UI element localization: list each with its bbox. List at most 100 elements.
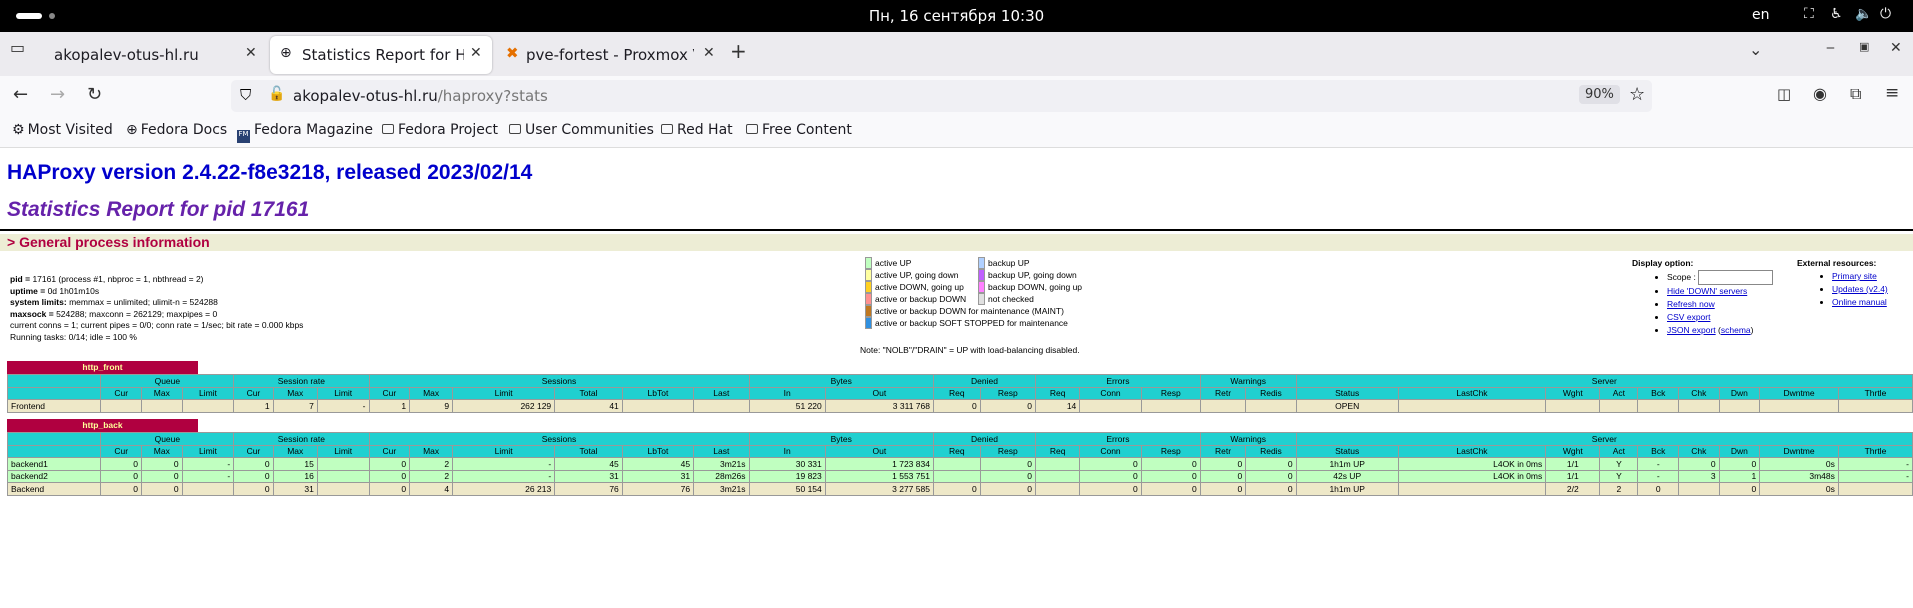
table-cell <box>1837 399 1913 413</box>
accessibility-icon[interactable]: ♿ <box>1830 6 1843 22</box>
table-cell <box>316 457 370 471</box>
schema-link[interactable]: schema <box>1721 325 1751 335</box>
url-bar[interactable]: ⛉ 🔓 akopalev-otus-hl.ru/haproxy?stats 90… <box>231 80 1652 112</box>
table-cell: - <box>1837 469 1913 483</box>
table-cell: 0 <box>100 469 143 483</box>
group-header: Bytes <box>748 374 934 388</box>
table-cell: 51 220 <box>748 399 826 413</box>
online-manual-link[interactable]: Online manual <box>1832 297 1887 307</box>
external-resources: External resources: Primary site Updates… <box>1797 257 1888 309</box>
hide-down-servers-link[interactable]: Hide 'DOWN' servers <box>1667 286 1747 296</box>
bookmark-free-content[interactable]: Free Content <box>746 122 852 138</box>
bookmark-user-communities[interactable]: User Communities <box>509 122 654 138</box>
close-icon[interactable]: ✕ <box>470 45 482 61</box>
table-cell: 0 <box>368 469 411 483</box>
bookmark-fedora-docs[interactable]: ⊕ Fedora Docs <box>126 122 227 138</box>
table-cell: 0 <box>233 469 274 483</box>
group-header <box>6 374 102 388</box>
shield-icon[interactable]: ⛉ <box>240 86 251 104</box>
table-cell: 262 129 <box>452 399 556 413</box>
table-cell: L4OK in 0ms <box>1397 457 1547 471</box>
back-arrow-icon[interactable]: ← <box>13 84 28 105</box>
new-tab-button[interactable]: + <box>730 39 747 63</box>
reload-icon[interactable]: ↻ <box>87 84 102 105</box>
page-title: HAProxy version 2.4.22-f8e3218, released… <box>7 161 533 184</box>
refresh-now-link[interactable]: Refresh now <box>1667 299 1715 309</box>
minimize-button[interactable]: ‒ <box>1826 40 1835 56</box>
tab-akopalev[interactable]: akopalev-otus-hl.ru ✕ <box>40 36 264 74</box>
zoom-level[interactable]: 90% <box>1579 85 1620 104</box>
column-header: Last <box>693 444 750 458</box>
updates-link[interactable]: Updates (v2.4) <box>1832 284 1888 294</box>
table-cell: 1 723 834 <box>824 457 934 471</box>
tab-statistics-report[interactable]: ⊕ Statistics Report for HAProxy ✕ <box>270 36 492 74</box>
proxy-name-http-back[interactable]: http_back <box>7 419 198 432</box>
legend-swatch <box>865 293 872 305</box>
table-cell <box>1718 399 1761 413</box>
proxy-name-http-front[interactable]: http_front <box>7 361 198 374</box>
table-cell: 0 <box>979 469 1037 483</box>
bookmark-most-visited[interactable]: ⚙ Most Visited <box>12 122 113 138</box>
bookmark-red-hat[interactable]: Red Hat <box>661 122 733 138</box>
table-cell <box>1035 469 1081 483</box>
url-path: /haproxy?stats <box>437 87 548 105</box>
tab-list-chevron-icon[interactable]: ⌄ <box>1749 40 1762 59</box>
table-cell <box>932 469 981 483</box>
legend-swatch <box>865 281 872 293</box>
column-header: Req <box>932 386 981 400</box>
menu-icon[interactable]: ≡ <box>1885 83 1899 103</box>
csv-export-link[interactable]: CSV export <box>1667 312 1710 322</box>
bookmark-fedora-project[interactable]: Fedora Project <box>382 122 498 138</box>
network-icon[interactable]: ⛶ <box>1804 6 1814 22</box>
table-cell: 3m48s <box>1759 469 1839 483</box>
column-header: Out <box>824 386 934 400</box>
tab-proxmox[interactable]: ✖ pve-fortest - Proxmox Virtual ✕ <box>498 36 722 74</box>
pocket-icon[interactable]: ◫ <box>1777 85 1791 103</box>
forward-arrow-icon[interactable]: → <box>50 84 65 105</box>
window-close-button[interactable]: ✕ <box>1890 40 1902 56</box>
clock[interactable]: Пн, 16 сентября 10:30 <box>0 7 1913 25</box>
star-icon[interactable]: ☆ <box>1629 84 1645 105</box>
column-header: Bck <box>1637 386 1680 400</box>
table-cell: L4OK in 0ms <box>1397 469 1547 483</box>
table-cell: 0 <box>979 399 1037 413</box>
close-icon[interactable]: ✕ <box>245 45 257 61</box>
column-header: Max <box>272 444 318 458</box>
power-icon[interactable]: ⏻ <box>1880 6 1891 22</box>
info-line: pid = 17161 (process #1, nbproc = 1, nbt… <box>10 274 204 284</box>
json-export-link[interactable]: JSON export <box>1667 325 1716 335</box>
legend-label: active UP, going down <box>875 270 959 280</box>
column-header: Max <box>409 386 454 400</box>
table-cell: 41 <box>554 399 623 413</box>
maximize-button[interactable]: ▣ <box>1859 40 1869 53</box>
table-cell: 0 <box>1718 482 1761 496</box>
table-cell: 0 <box>100 482 143 496</box>
column-header: Max <box>141 444 183 458</box>
extensions-icon[interactable]: ⧉ <box>1850 84 1861 104</box>
lock-icon[interactable]: 🔓 <box>268 86 285 102</box>
bookmark-fedora-magazine[interactable]: FM Fedora Magazine <box>237 122 373 143</box>
table-cell: 1 <box>233 399 274 413</box>
proxy-row-name[interactable]: Frontend <box>6 399 102 413</box>
table-cell <box>1599 399 1639 413</box>
column-header: Redis <box>1245 386 1297 400</box>
table-cell: 1h1m UP <box>1295 457 1399 471</box>
volume-icon[interactable]: 🔈 <box>1855 6 1872 22</box>
proxy-row-name[interactable]: backend1 <box>6 457 102 471</box>
table-cell: 1/1 <box>1545 469 1601 483</box>
scope-input[interactable] <box>1698 270 1774 285</box>
close-icon[interactable]: ✕ <box>703 45 715 61</box>
proxy-row-name[interactable]: backend2 <box>6 469 102 483</box>
tab-overview-icon[interactable]: ▭ <box>10 38 25 57</box>
keyboard-layout[interactable]: en <box>1752 7 1770 23</box>
proxy-row-name[interactable]: Backend <box>6 482 102 496</box>
primary-site-link[interactable]: Primary site <box>1832 271 1877 281</box>
table-cell: 7 <box>272 399 318 413</box>
column-header: Last <box>693 386 750 400</box>
table-cell: 9 <box>409 399 454 413</box>
table-row: backend2 0 0-0 16 0 2-31 31 28m26s 19 823 1 553 7… <box>6 469 1913 483</box>
group-header: Sessions <box>368 432 750 446</box>
table-cell: 19 823 <box>748 469 826 483</box>
table-cell <box>1759 399 1839 413</box>
account-icon[interactable]: ◉ <box>1813 84 1827 103</box>
